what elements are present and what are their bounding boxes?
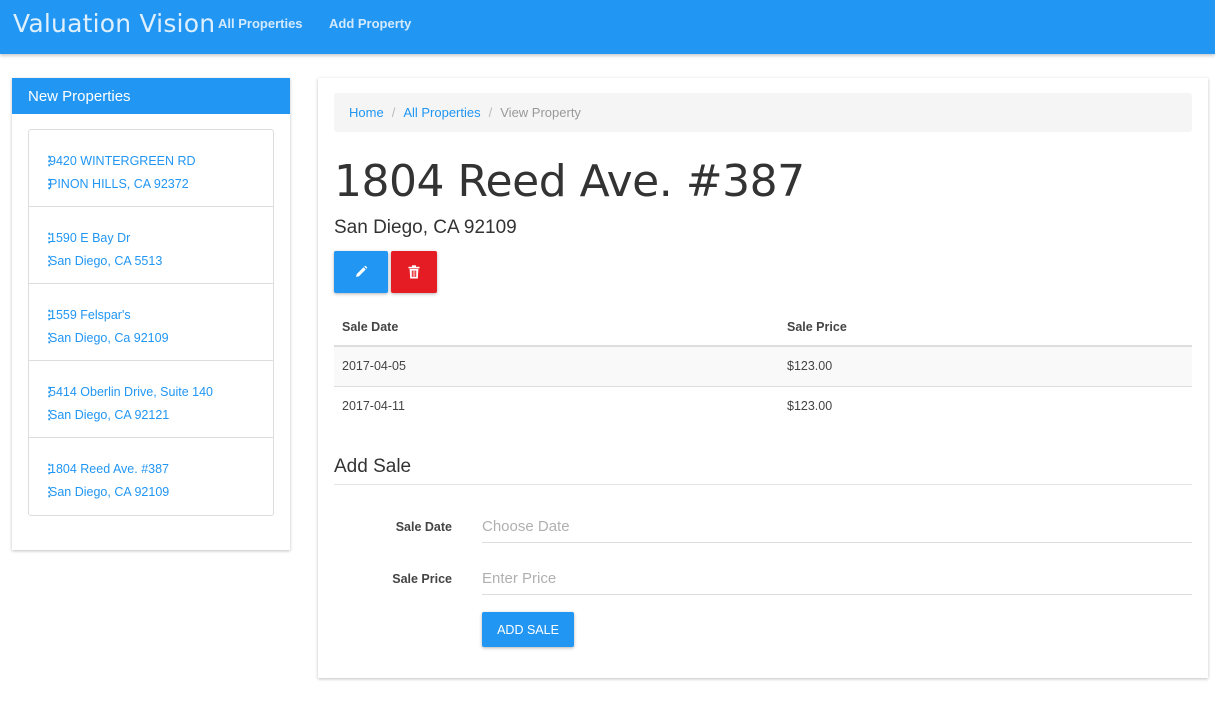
navbar: Valuation Vision All Properties Add Prop… (0, 0, 1215, 54)
property-street-link[interactable]: ⋮1559 Felspar's (43, 304, 273, 327)
breadcrumb-current: View Property (500, 105, 581, 120)
page-subtitle: San Diego, CA 92109 (334, 217, 517, 238)
column-header-sale-price: Sale Price (779, 308, 1192, 347)
breadcrumb-home[interactable]: Home (349, 105, 384, 120)
delete-button[interactable] (391, 251, 437, 293)
sale-price-cell: $123.00 (779, 346, 1192, 387)
property-street-link[interactable]: ⋮1804 Reed Ave. #387 (43, 458, 273, 481)
property-city-link[interactable]: ⋮San Diego, CA 92121 (43, 404, 273, 427)
sale-date-input[interactable] (482, 511, 1192, 543)
nav-all-properties[interactable]: All Properties (218, 16, 303, 31)
edit-button[interactable] (334, 251, 388, 293)
sale-price-cell: $123.00 (787, 399, 833, 414)
sale-date-cell: 2017-04-05 (334, 346, 779, 387)
property-detail-panel: Home / All Properties / View Property 1804 R… (318, 78, 1208, 678)
table-header-row: Sale Date Sale Price (334, 308, 1192, 347)
trash-icon (408, 265, 420, 279)
pencil-icon (356, 265, 368, 277)
property-city-link[interactable]: ⋮San Diego, CA 5513 (43, 250, 273, 273)
property-city-link[interactable]: ⋮PINON HILLS, CA 92372 (43, 173, 273, 196)
breadcrumb-separator: / (488, 105, 493, 120)
property-city-link[interactable]: ⋮San Diego, CA 92109 (43, 481, 273, 504)
divider (334, 484, 1192, 485)
property-street-link[interactable]: ⋮9420 WINTERGREEN RD (43, 150, 273, 173)
table-row: 2017-04-11 $123.00 (334, 386, 1192, 426)
breadcrumb-all-properties[interactable]: All Properties (403, 105, 480, 120)
list-item[interactable]: ⋮1590 E Bay Dr ⋮San Diego, CA 5513 (29, 207, 273, 284)
list-item[interactable]: ⋮1559 Felspar's ⋮San Diego, Ca 92109 (29, 284, 273, 361)
brand-title[interactable]: Valuation Vision (13, 9, 215, 38)
table-row: 2017-04-05 $123.00 (334, 346, 1192, 387)
add-sale-heading: Add Sale (334, 456, 412, 477)
property-street-link[interactable]: ⋮1590 E Bay Dr (43, 227, 273, 250)
sale-date-label: Sale Date (395, 520, 452, 534)
new-properties-panel: New Properties ⋮9420 WINTERGREEN RD ⋮PIN… (12, 78, 290, 550)
property-street-link[interactable]: ⋮5414 Oberlin Drive, Suite 140 (43, 381, 273, 404)
column-header-sale-date: Sale Date (334, 308, 779, 347)
list-item[interactable]: ⋮9420 WINTERGREEN RD ⋮PINON HILLS, CA 92… (29, 130, 273, 207)
sale-price-input[interactable] (482, 563, 1192, 595)
nav-add-property[interactable]: Add Property (329, 16, 411, 31)
breadcrumb-separator: / (391, 105, 396, 120)
breadcrumb: Home / All Properties / View Property (334, 93, 1192, 132)
new-properties-heading: New Properties (12, 78, 290, 114)
sale-date-cell: 2017-04-11 (342, 399, 406, 414)
list-item[interactable]: ⋮5414 Oberlin Drive, Suite 140 ⋮San Dieg… (29, 361, 273, 438)
property-city-link[interactable]: ⋮San Diego, Ca 92109 (43, 327, 273, 350)
list-item[interactable]: ⋮1804 Reed Ave. #387 ⋮San Diego, CA 9210… (29, 438, 273, 515)
sales-table: Sale Date Sale Price 2017-04-05 $123.00 … (334, 308, 1192, 426)
sale-price-label: Sale Price (392, 572, 452, 586)
add-sale-button[interactable]: ADD SALE (482, 612, 574, 647)
page-title: 1804 Reed Ave. #387 (334, 156, 805, 207)
new-properties-list: ⋮9420 WINTERGREEN RD ⋮PINON HILLS, CA 92… (28, 129, 274, 516)
